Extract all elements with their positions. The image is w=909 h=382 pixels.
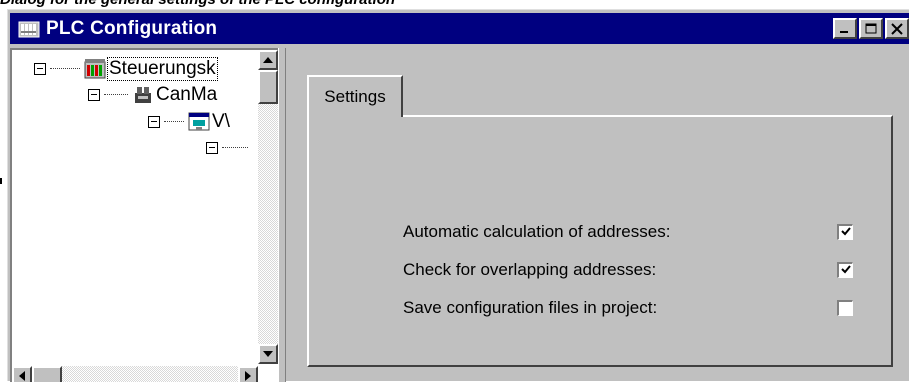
tree-vertical-scrollbar[interactable] xyxy=(258,50,278,364)
maximize-button[interactable] xyxy=(859,18,883,39)
module-window-icon xyxy=(188,111,210,133)
collapse-toggle[interactable] xyxy=(148,116,160,128)
figure-caption: Dialog for the general settings of the P… xyxy=(0,0,395,9)
plc-grid-icon xyxy=(18,19,40,39)
arrow-down-icon xyxy=(263,351,273,357)
pane-splitter[interactable] xyxy=(278,48,286,382)
scroll-down-button[interactable] xyxy=(258,344,278,364)
setting-label: Automatic calculation of addresses: xyxy=(403,222,671,241)
can-master-icon xyxy=(132,84,154,106)
tab-label: Settings xyxy=(324,87,386,106)
tree-node-label: Steuerungsk xyxy=(107,57,218,81)
tree-horizontal-scrollbar[interactable] xyxy=(12,366,258,382)
close-button[interactable] xyxy=(885,18,909,39)
setting-row-save-files: Save configuration files in project: xyxy=(403,293,863,323)
minimize-button[interactable] xyxy=(833,18,857,39)
plc-device-icon xyxy=(84,58,106,80)
overlap-check-checkbox[interactable] xyxy=(837,262,853,278)
scroll-right-button[interactable] xyxy=(238,366,258,382)
collapse-toggle[interactable] xyxy=(206,142,218,154)
close-icon xyxy=(891,22,903,35)
tree-node-module[interactable]: V\ xyxy=(148,109,230,135)
arrow-left-icon xyxy=(19,371,25,381)
scroll-thumb-horizontal[interactable] xyxy=(32,366,62,382)
collapse-toggle[interactable] xyxy=(88,89,100,101)
title-bar[interactable]: PLC Configuration xyxy=(10,13,909,44)
collapse-toggle[interactable] xyxy=(34,63,46,75)
setting-label: Save configuration files in project: xyxy=(403,298,658,317)
window-title: PLC Configuration xyxy=(46,17,218,39)
maximize-icon xyxy=(865,23,877,33)
scroll-up-button[interactable] xyxy=(258,50,278,70)
setting-row-overlap: Check for overlapping addresses: xyxy=(403,255,863,285)
edge-mark xyxy=(0,178,2,184)
plc-configuration-window: PLC Configuration Steuerungsk CanMa V\ S… xyxy=(7,9,909,382)
scroll-thumb[interactable] xyxy=(258,70,278,104)
configuration-tree[interactable]: Steuerungsk CanMa V\ xyxy=(10,48,278,382)
save-files-checkbox[interactable] xyxy=(837,300,853,316)
setting-row-auto-address: Automatic calculation of addresses: xyxy=(403,217,863,247)
settings-panel: Automatic calculation of addresses: Chec… xyxy=(307,115,893,367)
auto-address-checkbox[interactable] xyxy=(837,224,853,240)
tree-node-label: V\ xyxy=(212,111,230,132)
setting-label: Check for overlapping addresses: xyxy=(403,260,657,279)
tree-node-canmaster[interactable]: CanMa xyxy=(88,82,217,108)
minimize-icon xyxy=(840,30,848,33)
scroll-left-button[interactable] xyxy=(12,366,32,382)
check-icon xyxy=(841,265,851,274)
check-icon xyxy=(841,227,851,236)
tree-node-plc[interactable]: Steuerungsk xyxy=(34,56,218,82)
arrow-up-icon xyxy=(263,57,273,63)
tree-node-child[interactable] xyxy=(206,135,252,161)
arrow-right-icon xyxy=(245,371,251,381)
tab-settings[interactable]: Settings xyxy=(307,75,403,117)
tree-node-label: CanMa xyxy=(156,84,218,105)
